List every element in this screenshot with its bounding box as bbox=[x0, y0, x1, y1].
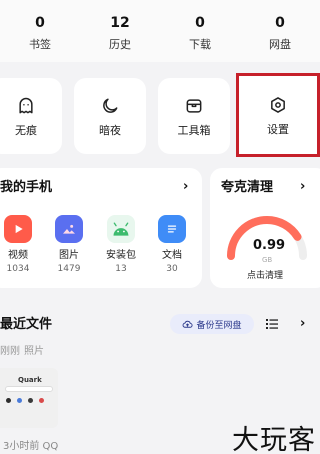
watermark-logo: 大玩客 bbox=[232, 425, 316, 454]
bookmarks-count: 0 bbox=[35, 15, 45, 31]
image-icon bbox=[55, 215, 83, 243]
downloads-stat[interactable]: 0 下载 bbox=[160, 0, 240, 62]
night-mode-label: 暗夜 bbox=[99, 123, 121, 137]
toolbox-icon bbox=[186, 98, 202, 113]
ghost-icon bbox=[19, 97, 33, 113]
toolbox-button[interactable]: 工具箱 bbox=[158, 78, 230, 154]
thumb-title: Quark bbox=[18, 376, 42, 384]
app-video-count: 1034 bbox=[6, 264, 30, 274]
bookmarks-stat[interactable]: 0 书签 bbox=[0, 0, 80, 62]
toolbox-label: 工具箱 bbox=[177, 123, 211, 137]
cleaner-chevron-icon[interactable]: › bbox=[300, 179, 305, 195]
app-documents-count: 30 bbox=[166, 264, 178, 274]
downloads-label: 下载 bbox=[189, 38, 211, 51]
settings-button[interactable]: 设置 bbox=[239, 76, 317, 154]
cloud-upload-icon bbox=[183, 320, 194, 328]
cloud-drive-stat[interactable]: 0 网盘 bbox=[240, 0, 320, 62]
app-video[interactable]: 视频 1034 bbox=[0, 215, 41, 275]
app-packages-label: 安装包 bbox=[106, 250, 136, 261]
downloads-count: 0 bbox=[195, 15, 205, 31]
recent-files-title: 最近文件 bbox=[0, 317, 53, 332]
cleaner-title[interactable]: 夸克清理 bbox=[221, 180, 273, 196]
video-icon bbox=[4, 215, 32, 243]
incognito-button[interactable]: 无痕 bbox=[0, 78, 62, 154]
backup-to-drive-label: 备份至网盘 bbox=[196, 320, 242, 331]
moon-icon bbox=[103, 98, 118, 113]
clean-now-button[interactable]: 点击清理 bbox=[247, 268, 283, 281]
app-video-label: 视频 bbox=[8, 250, 28, 261]
app-documents-label: 文档 bbox=[162, 250, 182, 261]
app-packages-count: 13 bbox=[115, 264, 127, 274]
thumb-dots bbox=[6, 398, 44, 403]
recent-files-chevron-icon[interactable]: › bbox=[300, 316, 305, 332]
tab-photos[interactable]: 照片 bbox=[24, 342, 44, 357]
my-phone-title[interactable]: 我的手机 bbox=[0, 180, 52, 196]
night-mode-button[interactable]: 暗夜 bbox=[74, 78, 146, 154]
app-images-label: 图片 bbox=[59, 250, 79, 261]
recent-file-thumbnail[interactable]: Quark bbox=[0, 368, 58, 428]
settings-label: 设置 bbox=[267, 122, 289, 136]
app-images-count: 1479 bbox=[57, 264, 81, 274]
app-images[interactable]: 图片 1479 bbox=[46, 215, 92, 275]
tab-just-now[interactable]: 刚刚 bbox=[0, 342, 20, 357]
history-label: 历史 bbox=[109, 38, 131, 51]
cloud-drive-label: 网盘 bbox=[269, 38, 291, 51]
storage-unit: GB bbox=[262, 256, 273, 264]
incognito-label: 无痕 bbox=[15, 123, 37, 137]
bookmarks-label: 书签 bbox=[29, 38, 51, 51]
history-stat[interactable]: 12 历史 bbox=[80, 0, 160, 62]
app-packages[interactable]: 安装包 13 bbox=[98, 215, 144, 275]
list-view-icon[interactable] bbox=[266, 318, 278, 330]
recent-file-meta: 3小时前 QQ bbox=[3, 441, 59, 452]
backup-to-drive-button[interactable]: 备份至网盘 bbox=[170, 314, 254, 334]
history-count: 12 bbox=[110, 15, 130, 31]
my-phone-chevron-icon[interactable]: › bbox=[183, 179, 188, 195]
stats-row: 0 书签 12 历史 0 下载 0 网盘 bbox=[0, 0, 320, 62]
cloud-drive-count: 0 bbox=[275, 15, 285, 31]
settings-hexagon-icon bbox=[271, 96, 285, 113]
android-icon bbox=[107, 215, 135, 243]
app-documents[interactable]: 文档 30 bbox=[149, 215, 195, 275]
thumb-search-bar bbox=[5, 386, 53, 392]
document-icon bbox=[158, 215, 186, 243]
storage-value: 0.99 bbox=[253, 238, 286, 253]
